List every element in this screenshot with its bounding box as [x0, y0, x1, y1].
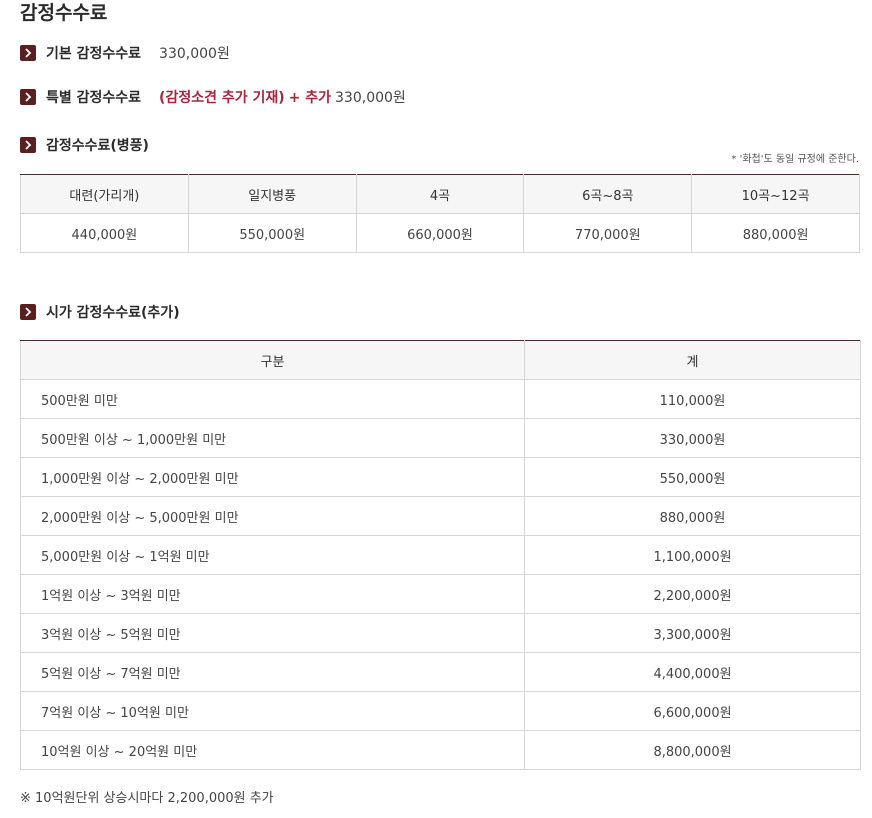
chevron-right-icon	[20, 304, 36, 320]
basic-fee-value: 330,000원	[159, 46, 230, 62]
amount-cell: 1,100,000원	[524, 535, 861, 575]
table-header-cell: 대련(가리개)	[20, 174, 189, 214]
table-row: 1억원 이상 ~ 3억원 미만 2,200,000원	[20, 574, 861, 614]
table-cell: 550,000원	[187, 213, 357, 253]
range-cell: 2,000만원 이상 ~ 5,000만원 미만	[20, 496, 525, 536]
market-value-heading: 시가 감정수수료(추가)	[20, 302, 180, 322]
chevron-right-icon	[20, 45, 36, 61]
table-cell: 660,000원	[355, 213, 525, 253]
range-cell: 5,000만원 이상 ~ 1억원 미만	[20, 535, 525, 575]
table-header-cell: 4곡	[355, 174, 525, 214]
special-fee-note: (감정소견 추가 기재)	[159, 90, 285, 106]
table-row: 10억원 이상 ~ 20억원 미만 8,800,000원	[20, 730, 861, 770]
table-header-cell: 구분	[20, 340, 525, 380]
table-row: 7억원 이상 ~ 10억원 미만 6,600,000원	[20, 691, 861, 731]
special-fee-row: 특별 감정수수료 (감정소견 추가 기재) + 추가 330,000원	[20, 87, 406, 107]
range-cell: 3억원 이상 ~ 5억원 미만	[20, 613, 525, 653]
range-cell: 1억원 이상 ~ 3억원 미만	[20, 574, 525, 614]
folding-screen-heading: 감정수수료(병풍)	[20, 135, 149, 155]
table-row: 440,000원 550,000원 660,000원 770,000원 880,…	[20, 213, 860, 253]
table-row: 5,000만원 이상 ~ 1억원 미만 1,100,000원	[20, 535, 861, 575]
amount-cell: 330,000원	[524, 418, 861, 458]
footnote: ※ 10억원단위 상승시마다 2,200,000원 추가	[20, 791, 274, 806]
table-header-cell: 계	[524, 340, 861, 380]
range-cell: 500만원 미만	[20, 379, 525, 419]
range-cell: 500만원 이상 ~ 1,000만원 미만	[20, 418, 525, 458]
range-cell: 7억원 이상 ~ 10억원 미만	[20, 691, 525, 731]
table-row: 5억원 이상 ~ 7억원 미만 4,400,000원	[20, 652, 861, 692]
market-value-label: 시가 감정수수료(추가)	[46, 305, 180, 321]
amount-cell: 550,000원	[524, 457, 861, 497]
table-header-row: 대련(가리개) 일지병풍 4곡 6곡~8곡 10곡~12곡	[20, 174, 860, 214]
table-cell: 880,000원	[691, 213, 860, 253]
table-header-cell: 일지병풍	[187, 174, 357, 214]
amount-cell: 6,600,000원	[524, 691, 861, 731]
table-row: 500만원 미만 110,000원	[20, 379, 861, 419]
chevron-right-icon	[20, 89, 36, 105]
chevron-right-icon	[20, 137, 36, 153]
basic-fee-row: 기본 감정수수료 330,000원	[20, 43, 230, 63]
folding-screen-note: * '화첩'도 동일 규정에 준한다.	[731, 154, 859, 165]
market-value-table: 구분 계 500만원 미만 110,000원 500만원 이상 ~ 1,000만…	[20, 340, 861, 770]
range-cell: 5억원 이상 ~ 7억원 미만	[20, 652, 525, 692]
table-row: 2,000만원 이상 ~ 5,000만원 미만 880,000원	[20, 496, 861, 536]
table-cell: 770,000원	[523, 213, 693, 253]
table-header-cell: 6곡~8곡	[523, 174, 693, 214]
table-cell: 440,000원	[20, 213, 189, 253]
special-fee-plus: + 추가	[288, 90, 332, 106]
folding-screen-table: 대련(가리개) 일지병풍 4곡 6곡~8곡 10곡~12곡 440,000원 5…	[20, 174, 860, 253]
special-fee-label: 특별 감정수수료	[46, 90, 142, 106]
amount-cell: 880,000원	[524, 496, 861, 536]
table-header-cell: 10곡~12곡	[691, 174, 860, 214]
amount-cell: 2,200,000원	[524, 574, 861, 614]
amount-cell: 3,300,000원	[524, 613, 861, 653]
table-row: 3억원 이상 ~ 5억원 미만 3,300,000원	[20, 613, 861, 653]
table-row: 1,000만원 이상 ~ 2,000만원 미만 550,000원	[20, 457, 861, 497]
range-cell: 1,000만원 이상 ~ 2,000만원 미만	[20, 457, 525, 497]
folding-screen-label: 감정수수료(병풍)	[46, 138, 149, 154]
range-cell: 10억원 이상 ~ 20억원 미만	[20, 730, 525, 770]
special-fee-value: 330,000원	[335, 90, 406, 106]
basic-fee-label: 기본 감정수수료	[46, 46, 142, 62]
table-header-row: 구분 계	[20, 340, 861, 380]
table-row: 500만원 이상 ~ 1,000만원 미만 330,000원	[20, 418, 861, 458]
amount-cell: 110,000원	[524, 379, 861, 419]
amount-cell: 8,800,000원	[524, 730, 861, 770]
amount-cell: 4,400,000원	[524, 652, 861, 692]
page-title: 감정수수료	[20, 2, 108, 24]
